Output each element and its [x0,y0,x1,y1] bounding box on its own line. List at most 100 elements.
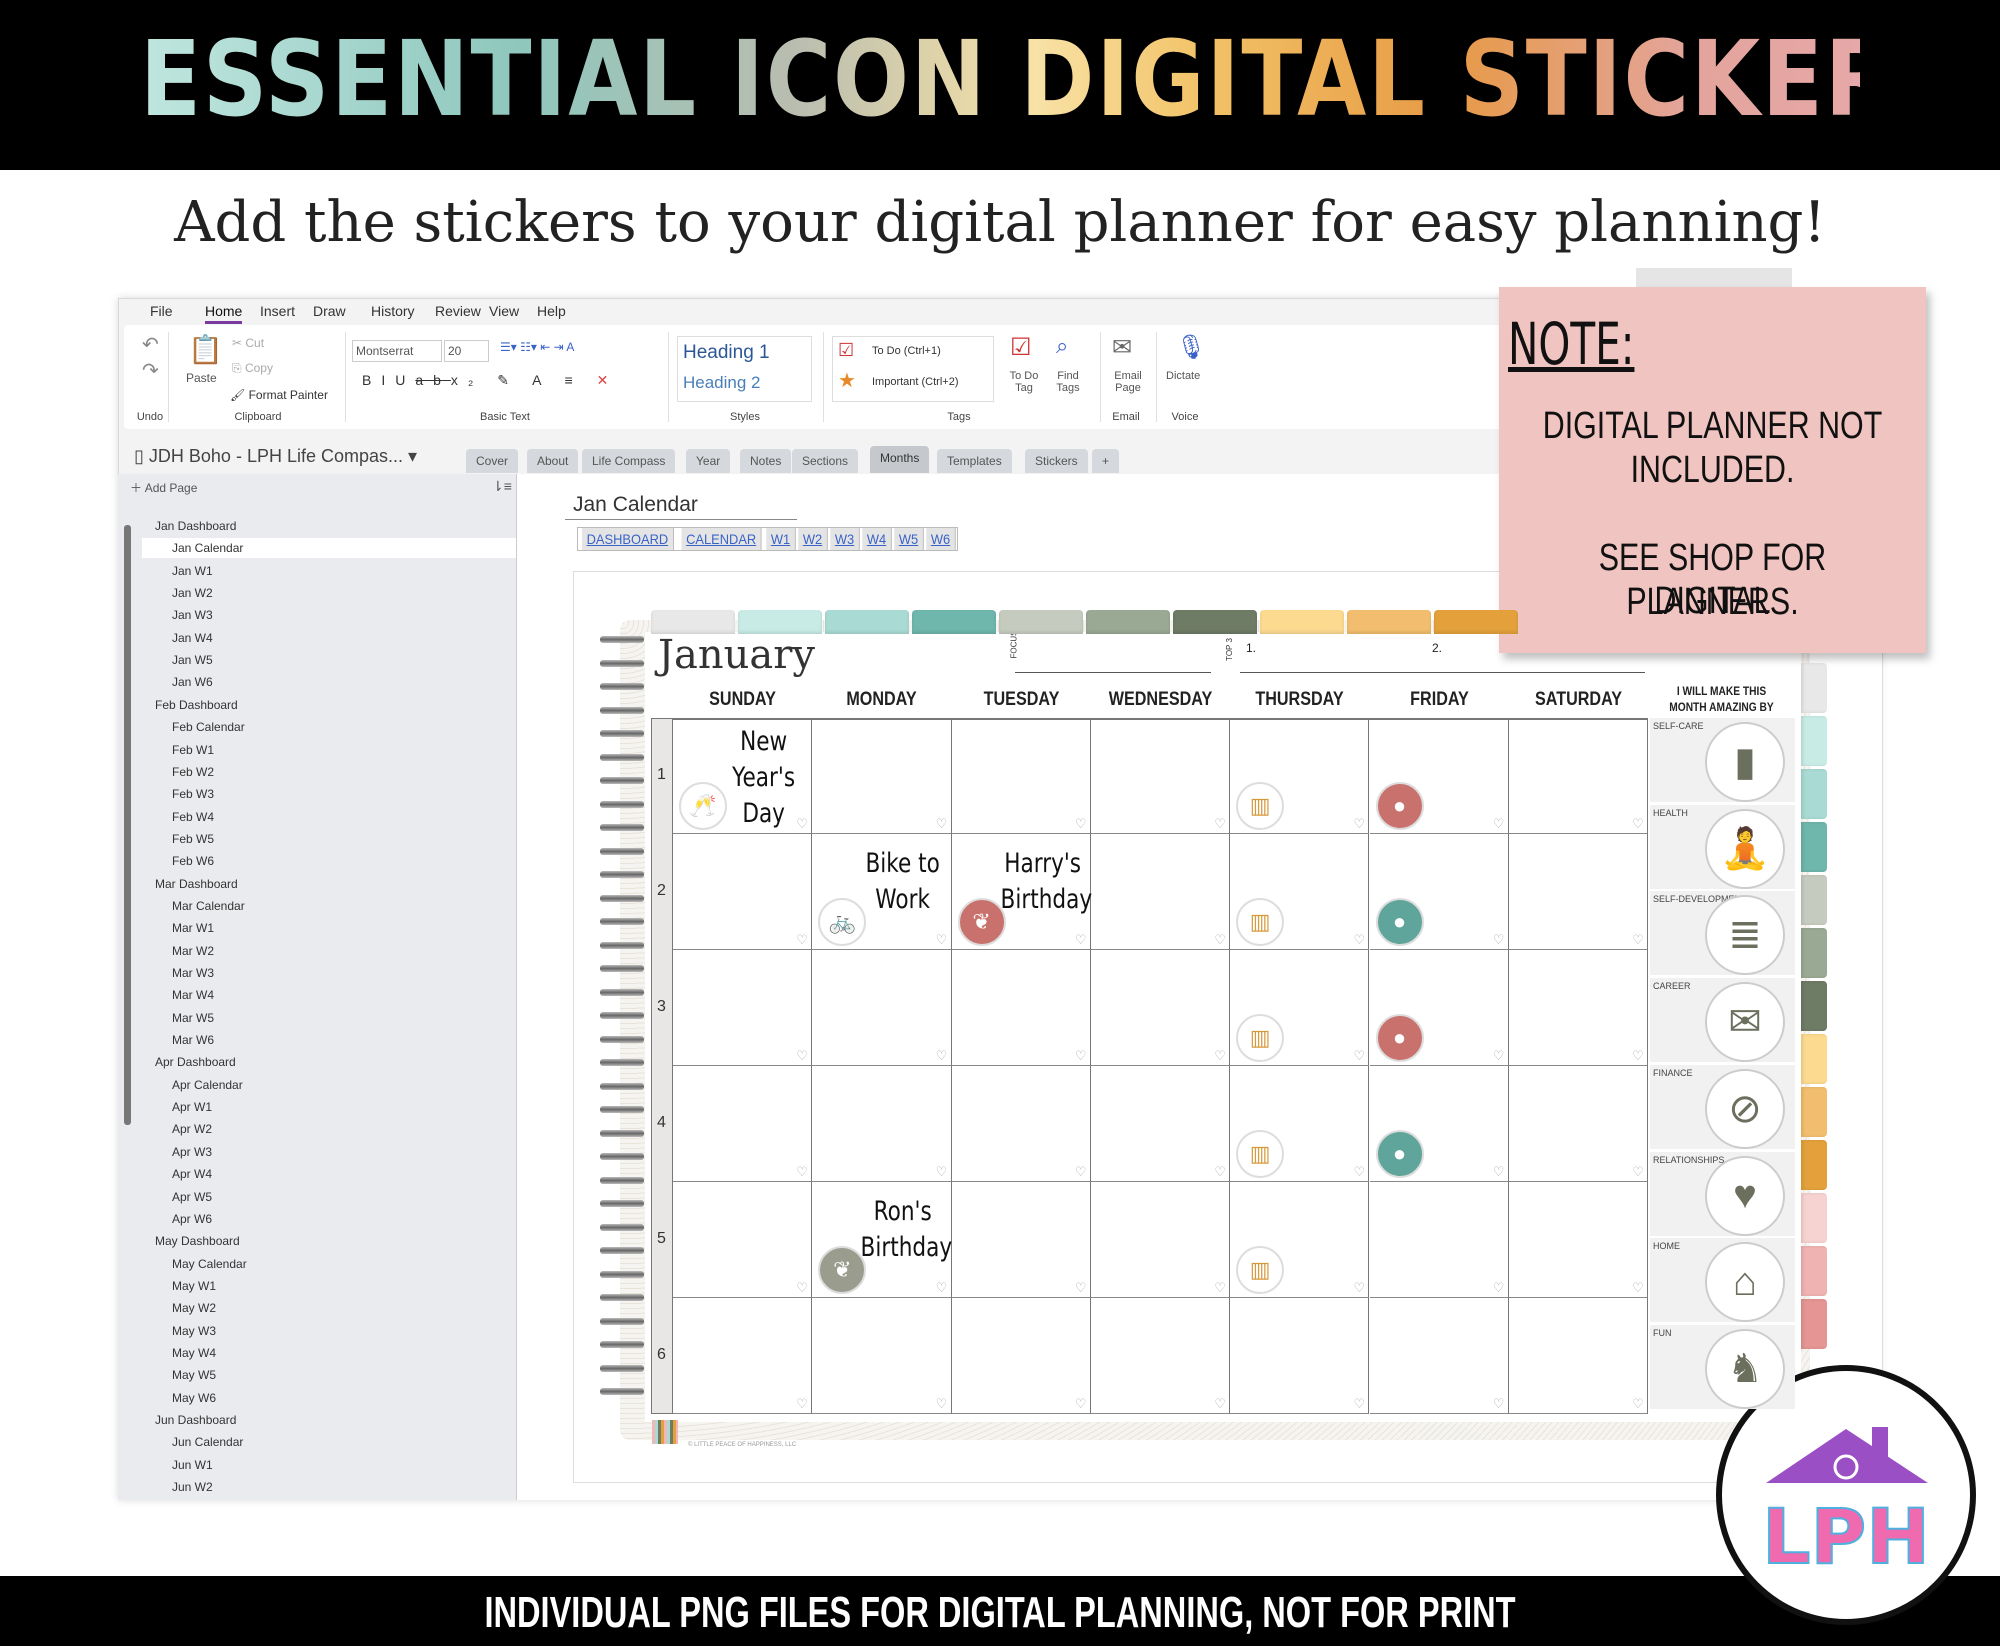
books-icon[interactable]: ≣ [1705,895,1785,976]
tab-year[interactable]: Year [686,449,731,473]
calendar-cell[interactable] [673,1298,813,1414]
page-item[interactable]: Feb W5 [172,829,214,849]
page-item[interactable]: Jan W6 [172,672,213,692]
find-tags-icon[interactable]: ⌕ [1056,333,1068,359]
list-icons[interactable]: ☰▾ ☷▾ ⇤ ⇥ A [500,340,574,354]
page-item[interactable]: Feb W3 [172,784,214,804]
heart-icon[interactable]: ♡ [796,1396,808,1412]
page-item[interactable]: May W6 [172,1388,216,1408]
calendar-cell[interactable] [1508,1066,1649,1182]
heart-icon[interactable]: ♡ [796,1048,808,1064]
color-tab-top[interactable] [1347,610,1431,634]
calendar-cell[interactable] [1090,834,1231,950]
calendar-cell[interactable] [812,1066,952,1182]
nav-link-w4[interactable]: W4 [862,528,892,550]
gift-icon[interactable]: ▥ [1236,1130,1285,1178]
nail-polish-icon[interactable]: ▮ [1705,722,1785,802]
menu-review[interactable]: Review [435,303,481,319]
tab-cover[interactable]: Cover [466,449,519,473]
calendar-cell[interactable] [1090,1298,1231,1414]
piggy-bank-icon[interactable]: ● [1375,898,1424,946]
color-tab-top[interactable] [1434,610,1518,634]
page-item[interactable]: Jun Dashboard [155,1410,236,1430]
heart-icon[interactable]: ♡ [1214,816,1226,832]
page-item[interactable]: Apr W2 [172,1119,212,1139]
color-tab-side[interactable] [1801,663,1827,713]
calendar-cell[interactable] [1508,834,1649,950]
color-tab-side[interactable] [1801,1140,1827,1190]
color-tab-top[interactable] [1086,610,1170,634]
menu-history[interactable]: History [371,303,415,319]
color-tab-side[interactable] [1801,822,1827,872]
page-item[interactable]: Apr W3 [172,1142,212,1162]
font-select[interactable]: Montserrat [352,340,442,362]
heart-icon[interactable]: ♡ [1214,1048,1226,1064]
color-tab-side[interactable] [1801,1299,1827,1349]
heart-icon[interactable]: ♡ [936,1280,948,1296]
tab-months[interactable]: Months [870,446,930,473]
sticker-label[interactable]: Ron's Birthday [850,1194,955,1266]
heart-icon[interactable]: ♡ [1493,1396,1505,1412]
page-item[interactable]: Jan W5 [172,650,213,670]
heart-icon[interactable]: ♡ [1354,1280,1366,1296]
calendar-cell[interactable] [951,1182,1091,1298]
todo-tag-button[interactable]: To Do Tag [1006,370,1042,394]
bucket-mop-icon[interactable]: ⌂ [1705,1242,1785,1323]
paste-icon[interactable]: 📋 [188,333,223,366]
color-tab-side[interactable] [1801,716,1827,766]
gift-icon[interactable]: ▥ [1236,782,1285,830]
menu-draw[interactable]: Draw [313,303,346,319]
heart-icon[interactable]: ♡ [1214,1164,1226,1180]
calendar-cell[interactable] [812,950,952,1066]
page-item[interactable]: Jan W2 [172,583,213,603]
tab-sections[interactable]: Sections [792,449,859,473]
heart-icon[interactable]: ♡ [1354,816,1366,832]
nav-link-w6[interactable]: W6 [926,528,956,550]
paste-button[interactable]: Paste [186,371,217,385]
piggy-bank-icon[interactable]: ● [1375,1130,1424,1178]
calendar-cell[interactable] [1230,1298,1370,1414]
color-tab-side[interactable] [1801,875,1827,925]
heart-icon[interactable]: ♡ [796,1164,808,1180]
heart-icon[interactable]: ♡ [1632,1048,1644,1064]
heart-icon[interactable]: ♡ [1632,932,1644,948]
color-tab-side[interactable] [1801,1087,1827,1137]
chess-icon[interactable]: ♞ [1705,1328,1785,1409]
calendar-cell[interactable] [951,1066,1091,1182]
tab-[interactable]: + [1092,449,1120,473]
gift-icon[interactable]: ▥ [1236,1014,1285,1062]
page-item[interactable]: Jan W4 [172,628,213,648]
font-size-select[interactable]: 20 [444,340,489,362]
nav-link-w5[interactable]: W5 [894,528,924,550]
calendar-cell[interactable] [673,950,813,1066]
page-item[interactable]: May Calendar [172,1254,247,1274]
page-item[interactable]: May W1 [172,1276,216,1296]
sticker-label[interactable]: Harry's Birthday [990,846,1095,918]
page-item[interactable]: Mar W3 [172,963,214,983]
page-item[interactable]: May W3 [172,1321,216,1341]
nav-link-dashboard[interactable]: DASHBOARD [581,528,674,550]
copy-button[interactable]: ⎘ Copy [232,361,273,376]
page-item[interactable]: Apr W4 [172,1164,212,1184]
calendar-cell[interactable] [1090,718,1231,834]
heart-icon[interactable]: ♡ [1632,1396,1644,1412]
tab-templates[interactable]: Templates [937,449,1012,473]
tab-notes[interactable]: Notes [740,449,792,473]
add-page-button[interactable]: ＋ Add Page [130,479,197,496]
heart-icon[interactable]: ♡ [1075,1396,1087,1412]
heart-icon[interactable]: ♡ [936,816,948,832]
heart-icon[interactable]: ♡ [1354,1164,1366,1180]
page-item[interactable]: Jan W1 [172,561,213,581]
color-tab-top[interactable] [651,610,735,634]
calendar-cell[interactable] [1369,1182,1509,1298]
page-item[interactable]: Mar W6 [172,1030,214,1050]
heart-icon[interactable]: ♡ [1632,816,1644,832]
heart-icon[interactable]: ♡ [936,1164,948,1180]
page-item[interactable]: Apr W6 [172,1209,212,1229]
email-page-button[interactable]: Email Page [1108,370,1148,394]
heart-icon[interactable]: ♡ [1354,1396,1366,1412]
heart-icon[interactable]: ♡ [1214,932,1226,948]
heart-icon[interactable]: ♥ [1705,1155,1785,1236]
heart-icon[interactable]: ♡ [1075,816,1087,832]
heart-icon[interactable]: ♡ [1493,816,1505,832]
